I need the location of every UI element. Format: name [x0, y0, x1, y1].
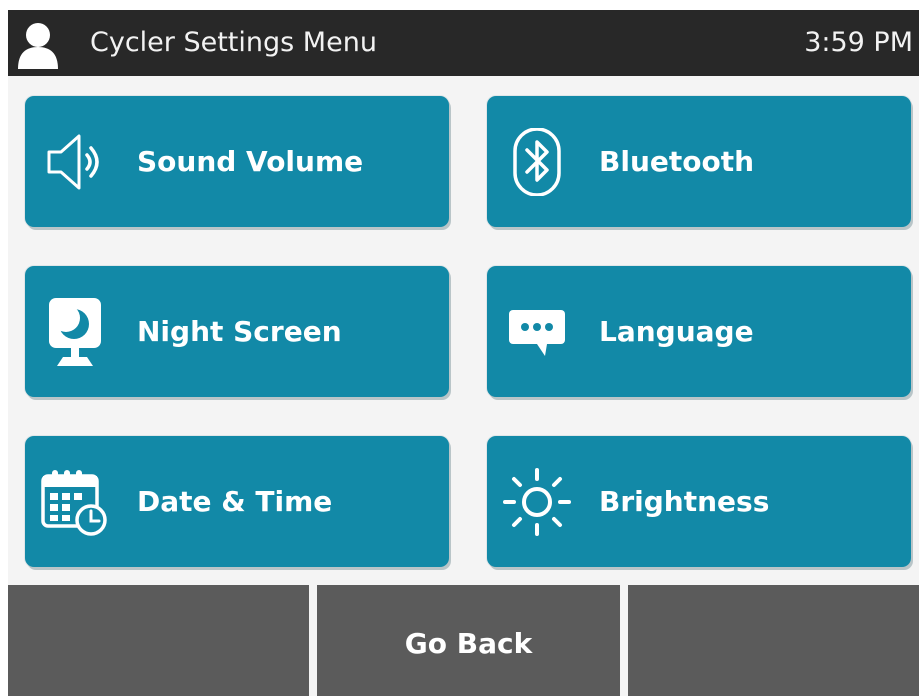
page-title: Cycler Settings Menu: [90, 27, 377, 58]
tile-label: Night Screen: [137, 315, 342, 348]
brightness-button[interactable]: Brightness: [487, 436, 911, 567]
tile-label: Date & Time: [137, 485, 333, 518]
night-screen-icon: [49, 298, 101, 366]
sun-icon: [503, 468, 571, 536]
night-screen-button[interactable]: Night Screen: [25, 266, 449, 397]
footer-bar: Go Back: [8, 585, 919, 696]
bluetooth-button[interactable]: Bluetooth: [487, 96, 911, 227]
tile-label: Language: [599, 315, 754, 348]
sound-volume-button[interactable]: Sound Volume: [25, 96, 449, 227]
speaker-icon: [47, 134, 99, 190]
tile-label: Brightness: [599, 485, 770, 518]
calendar-clock-icon: [41, 470, 107, 536]
clock-display: 3:59 PM: [804, 27, 913, 58]
user-icon: [18, 23, 58, 69]
go-back-button[interactable]: Go Back: [317, 585, 620, 696]
date-time-button[interactable]: Date & Time: [25, 436, 449, 567]
header-bar: Cycler Settings Menu 3:59 PM: [8, 10, 919, 76]
tile-label: Bluetooth: [599, 145, 755, 178]
tile-label: Sound Volume: [137, 145, 364, 178]
chat-bubble-icon: [509, 310, 565, 356]
language-button[interactable]: Language: [487, 266, 911, 397]
bluetooth-icon: [513, 128, 561, 196]
footer-left-button: [8, 585, 309, 696]
settings-screen: Cycler Settings Menu 3:59 PM Sound Volum…: [8, 10, 919, 696]
footer-right-button: [628, 585, 919, 696]
